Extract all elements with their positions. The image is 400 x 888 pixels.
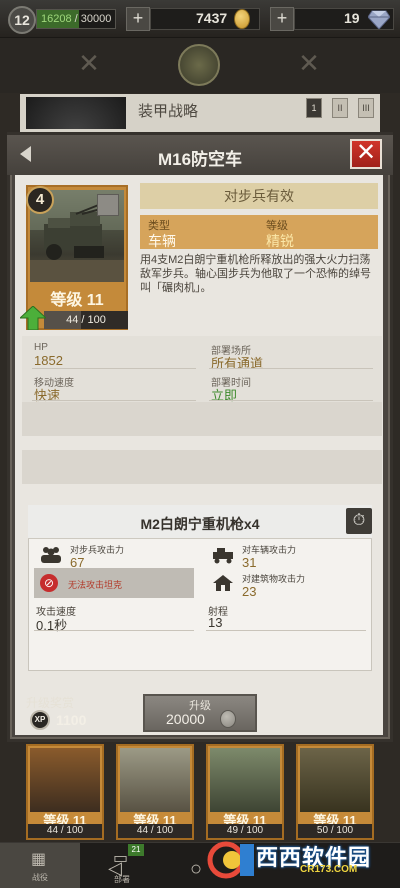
attack-speed-value: 0.1秒 bbox=[36, 618, 68, 633]
infantry-icon bbox=[41, 547, 61, 563]
stripe bbox=[22, 402, 382, 436]
divider bbox=[32, 368, 196, 369]
add-coins-button[interactable]: + bbox=[126, 7, 150, 31]
xp-progress-bar: 16208 / 30000 bbox=[36, 9, 116, 29]
card-artwork bbox=[120, 748, 190, 812]
vehicle-attack-value: 31 bbox=[242, 555, 257, 570]
deploy-count-badge: 21 bbox=[128, 844, 144, 856]
coin-icon bbox=[234, 9, 250, 29]
back-triangle-icon[interactable]: ◁ bbox=[108, 858, 122, 879]
stripe bbox=[22, 450, 382, 484]
hp-label: HP bbox=[34, 342, 48, 353]
no-attack-text: 无法攻击坦克 bbox=[68, 580, 123, 590]
xp-progress-text: 16208 / 30000 bbox=[41, 13, 111, 25]
divider bbox=[32, 400, 196, 401]
card-artwork bbox=[300, 748, 370, 812]
vehicle-icon bbox=[213, 548, 233, 564]
weapon-title: M2白朗宁重机枪x4 bbox=[140, 516, 260, 532]
upgrade-cost: 20000 bbox=[166, 711, 205, 727]
deck-slot-3[interactable]: III bbox=[358, 98, 374, 118]
rarity-value: 精锐 bbox=[266, 233, 294, 249]
deck-slot-2[interactable]: II bbox=[332, 98, 348, 118]
campaign-icon: ▦ bbox=[31, 851, 47, 868]
player-level-badge[interactable]: 12 bbox=[8, 6, 36, 34]
medal-icon bbox=[178, 44, 220, 86]
card-count: 44 / 100 bbox=[28, 824, 102, 838]
gems-value: 19 bbox=[344, 10, 360, 26]
coin-icon bbox=[220, 710, 236, 728]
close-button[interactable]: ✕ bbox=[350, 139, 382, 169]
upgrade-arrow-icon bbox=[20, 306, 46, 330]
upgrade-reward-value: 1100 bbox=[56, 712, 87, 728]
building-attack-value: 23 bbox=[242, 584, 257, 599]
coins-value: 7437 bbox=[196, 10, 228, 26]
divider bbox=[206, 630, 366, 631]
hp-value: 1852 bbox=[34, 353, 63, 368]
divider bbox=[34, 630, 194, 631]
deck-slot-1[interactable]: 1 bbox=[306, 98, 322, 118]
watermark-url: CR173.COM bbox=[300, 864, 358, 875]
type-value: 车辆 bbox=[148, 233, 176, 249]
card-count: 44 / 100 bbox=[118, 824, 192, 838]
modal-title: M16防空车 bbox=[157, 150, 243, 169]
card-artwork bbox=[30, 748, 100, 812]
deck-title: 装甲战略 bbox=[138, 103, 199, 120]
card-rarity-square bbox=[97, 194, 119, 216]
deck-card-1[interactable]: 等级 11 44 / 100 bbox=[26, 744, 104, 840]
add-gems-button[interactable]: + bbox=[270, 7, 294, 31]
crossed-tools-icon: ✕ bbox=[298, 48, 320, 78]
xp-current: 16208 bbox=[41, 13, 72, 25]
building-icon bbox=[213, 575, 233, 591]
card-artwork bbox=[210, 748, 280, 812]
unit-description: 用4支M2白朗宁重机枪所释放出的强大火力扫荡敌军步兵。轴心国步兵为他取了一个恐怖… bbox=[140, 254, 371, 294]
xp-badge-icon: XP bbox=[30, 710, 50, 730]
divider bbox=[209, 368, 373, 369]
nav-tab-campaign-label: 战役 bbox=[32, 873, 48, 882]
crossed-swords-icon: ✕ bbox=[78, 48, 100, 78]
deck-card-3[interactable]: 等级 11 49 / 100 bbox=[206, 744, 284, 840]
card-progress-text: 44 / 100 bbox=[66, 314, 106, 326]
xp-max: / 30000 bbox=[74, 13, 112, 25]
deploy-area-value: 所有通道 bbox=[211, 356, 264, 371]
effectiveness-banner: 对步兵有效 bbox=[140, 183, 378, 209]
range-value: 13 bbox=[208, 615, 223, 630]
stopwatch-icon[interactable]: ⏱ bbox=[346, 508, 372, 534]
deck-card-4[interactable]: 等级 11 50 / 100 bbox=[296, 744, 374, 840]
no-tank-icon: ⊘ bbox=[40, 574, 58, 592]
deploy-cost-badge: 4 bbox=[26, 186, 54, 214]
upgrade-reward-label: 升级奖赏 bbox=[26, 696, 75, 710]
divider bbox=[209, 400, 373, 401]
deck-thumbnail bbox=[26, 97, 126, 129]
gem-icon bbox=[368, 10, 390, 29]
deck-card-2[interactable]: 等级 11 44 / 100 bbox=[116, 744, 194, 840]
stats-area bbox=[22, 336, 382, 402]
